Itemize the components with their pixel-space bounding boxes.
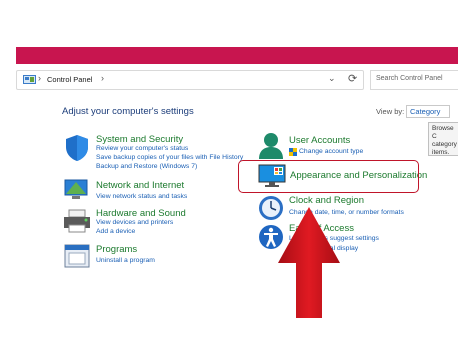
category-network-and-internet[interactable]: Network and Internet — [96, 180, 184, 191]
link-review-status[interactable]: Review your computer's status — [96, 145, 188, 152]
chevron-down-icon[interactable]: ⌄ — [328, 73, 336, 84]
printer-icon[interactable] — [63, 209, 91, 233]
category-hardware-and-sound[interactable]: Hardware and Sound — [96, 208, 186, 219]
link-network-status[interactable]: View network status and tasks — [96, 193, 187, 200]
link-file-history[interactable]: Save backup copies of your files with Fi… — [96, 154, 243, 161]
network-icon[interactable] — [64, 179, 90, 201]
shield-icon[interactable] — [64, 134, 90, 162]
view-by-label: View by: — [376, 107, 405, 116]
page-title: Adjust your computer's settings — [62, 106, 194, 117]
view-by-dropdown[interactable]: Category — [406, 105, 450, 118]
link-change-account-type[interactable]: Change account type — [299, 148, 363, 155]
breadcrumb-separator: › — [38, 73, 41, 83]
breadcrumb-control-panel[interactable]: Control Panel — [47, 75, 92, 84]
category-user-accounts[interactable]: User Accounts — [289, 135, 350, 146]
breadcrumb-separator[interactable]: › — [101, 73, 104, 83]
refresh-icon[interactable]: ⟳ — [348, 72, 357, 85]
control-panel-icon — [23, 75, 36, 84]
category-programs[interactable]: Programs — [96, 244, 137, 255]
programs-icon[interactable] — [64, 244, 90, 268]
user-icon[interactable] — [258, 132, 284, 160]
search-placeholder: Search Control Panel — [376, 75, 443, 82]
link-uninstall-program[interactable]: Uninstall a program — [96, 257, 155, 264]
category-clock-and-region[interactable]: Clock and Region — [289, 195, 364, 206]
window-title-bar — [16, 47, 458, 64]
link-devices-printers[interactable]: View devices and printers — [96, 219, 173, 226]
address-bar[interactable]: › Control Panel › ⌄ ⟳ — [16, 70, 364, 90]
link-backup-restore[interactable]: Backup and Restore (Windows 7) — [96, 163, 197, 170]
uac-shield-icon — [289, 148, 297, 156]
search-input[interactable]: Search Control Panel — [370, 70, 458, 90]
category-system-and-security[interactable]: System and Security — [96, 134, 183, 145]
highlight-box — [238, 160, 419, 193]
control-panel-window: › Control Panel › ⌄ ⟳ Search Control Pan… — [16, 64, 458, 320]
link-add-device[interactable]: Add a device — [96, 228, 135, 235]
tooltip: Browse C category items. — [428, 122, 458, 156]
up-arrow-annotation — [278, 207, 340, 318]
